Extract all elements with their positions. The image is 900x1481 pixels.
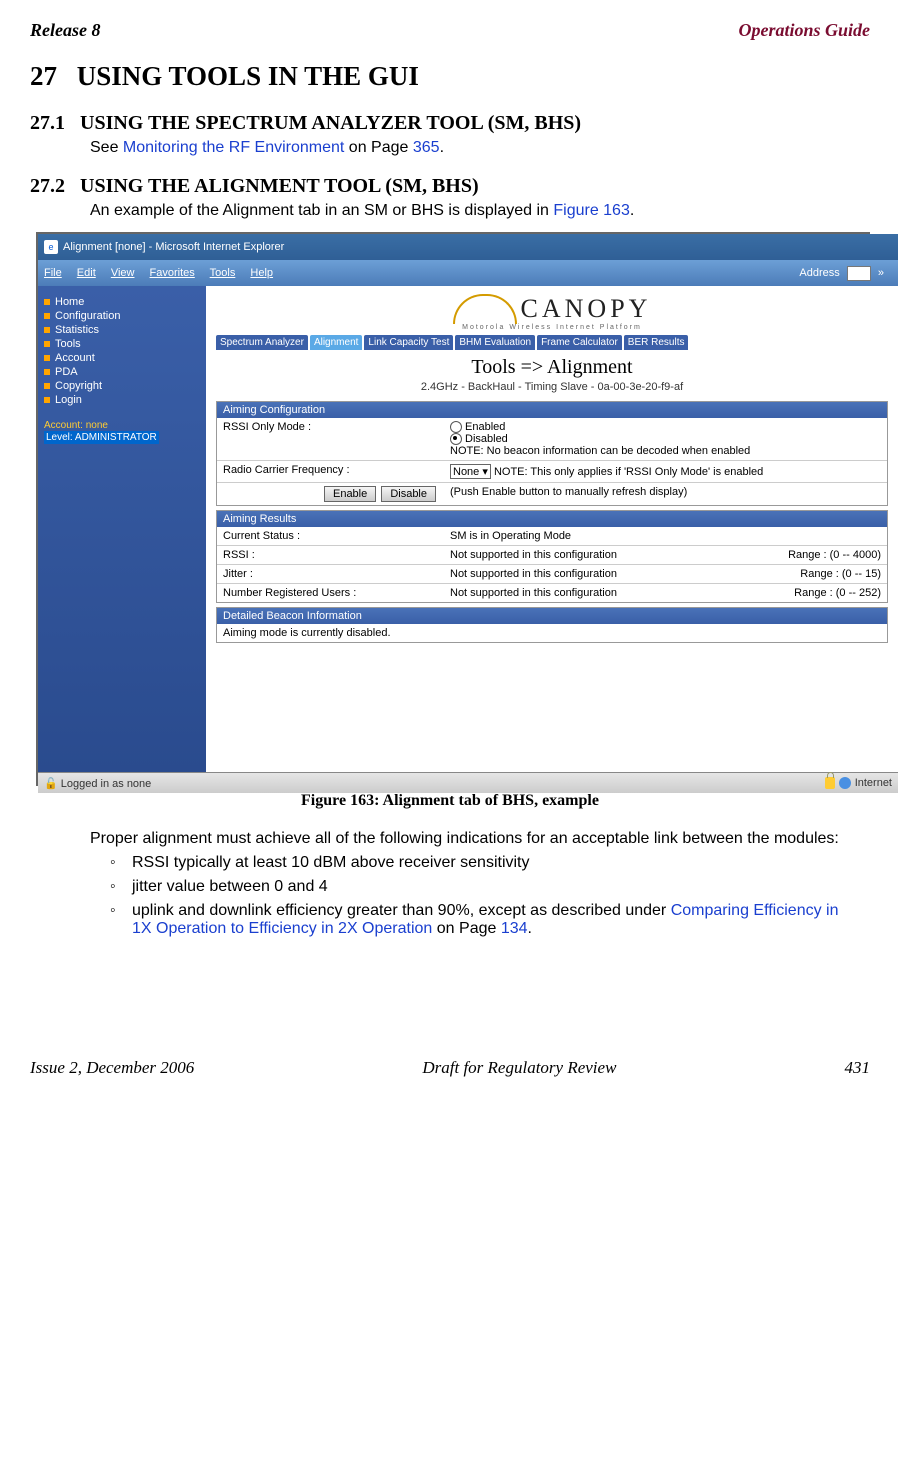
menu-view[interactable]: View	[111, 267, 135, 279]
bullet-rssi: ◦RSSI typically at least 10 dBM above re…	[110, 854, 870, 872]
sidebar-item-login[interactable]: Login	[44, 394, 200, 406]
lock-icon	[825, 777, 835, 789]
tab-link-capacity-test[interactable]: Link Capacity Test	[364, 335, 453, 350]
status-zone: Internet	[855, 777, 892, 789]
result-row-registered: Number Registered Users : Not supported …	[217, 583, 887, 602]
page-footer: Issue 2, December 2006 Draft for Regulat…	[30, 1058, 870, 1078]
menu-edit[interactable]: Edit	[77, 267, 96, 279]
chapter-number: 27	[30, 61, 70, 92]
footer-mid: Draft for Regulatory Review	[422, 1058, 616, 1078]
tab-alignment[interactable]: Alignment	[310, 335, 362, 350]
result-row-jitter: Jitter : Not supported in this configura…	[217, 564, 887, 583]
panel-header: Aiming Results	[217, 511, 887, 527]
page-header: Release 8 Operations Guide	[30, 20, 870, 41]
address-label: Address	[799, 267, 839, 279]
tab-frame-calculator[interactable]: Frame Calculator	[537, 335, 622, 350]
bullet-jitter: ◦jitter value between 0 and 4	[110, 878, 870, 896]
tab-bhm-evaluation[interactable]: BHM Evaluation	[455, 335, 535, 350]
tab-spectrum-analyzer[interactable]: Spectrum Analyzer	[216, 335, 308, 350]
panel-header: Detailed Beacon Information	[217, 608, 887, 624]
button-note: (Push Enable button to manually refresh …	[444, 483, 887, 505]
panel-beacon-info: Detailed Beacon Information Aiming mode …	[216, 607, 888, 643]
section-27-2-body: An example of the Alignment tab in an SM…	[90, 202, 870, 220]
globe-icon	[839, 777, 851, 789]
after-figure-text: Proper alignment must achieve all of the…	[90, 830, 870, 848]
tab-ber-results[interactable]: BER Results	[624, 335, 689, 350]
sidebar-item-statistics[interactable]: Statistics	[44, 324, 200, 336]
bullet-list: ◦RSSI typically at least 10 dBM above re…	[110, 854, 870, 938]
account-level: Level: ADMINISTRATOR	[44, 431, 159, 444]
carrier-freq-note: NOTE: This only applies if 'RSSI Only Mo…	[494, 466, 763, 478]
footer-right: 431	[844, 1058, 870, 1078]
chapter-title: USING TOOLS IN THE GUI	[77, 61, 419, 91]
carrier-freq-select[interactable]: None ▾	[450, 464, 491, 479]
chapter-heading: 27 USING TOOLS IN THE GUI	[30, 61, 870, 92]
window-titlebar: e Alignment [none] - Microsoft Internet …	[38, 234, 898, 260]
section-27-1-body: See Monitoring the RF Environment on Pag…	[90, 139, 870, 157]
footer-left: Issue 2, December 2006	[30, 1058, 194, 1078]
sidebar-item-home[interactable]: Home	[44, 296, 200, 308]
rssi-note: NOTE: No beacon information can be decod…	[450, 445, 881, 457]
menu-help[interactable]: Help	[250, 267, 273, 279]
browser-statusbar: 🔓 Logged in as none Internet	[38, 772, 898, 793]
link-page-365[interactable]: 365	[413, 139, 440, 156]
menu-tools[interactable]: Tools	[210, 267, 236, 279]
carrier-freq-label: Radio Carrier Frequency :	[217, 461, 444, 482]
figure-caption: Figure 163: Alignment tab of BHS, exampl…	[30, 792, 870, 810]
ie-icon: e	[44, 240, 58, 254]
header-left: Release 8	[30, 20, 100, 41]
device-info: 2.4GHz - BackHaul - Timing Slave - 0a-00…	[216, 381, 888, 393]
browser-window: e Alignment [none] - Microsoft Internet …	[38, 234, 898, 784]
panel-aiming-configuration: Aiming Configuration RSSI Only Mode : En…	[216, 401, 888, 506]
toolbar-chevrons[interactable]: »	[878, 267, 884, 279]
sidebar-item-copyright[interactable]: Copyright	[44, 380, 200, 392]
result-row-status: Current Status : SM is in Operating Mode	[217, 527, 887, 545]
address-input[interactable]	[847, 266, 871, 281]
section-number: 27.2	[30, 175, 75, 198]
section-27-2: 27.2 USING THE ALIGNMENT TOOL (SM, BHS)	[30, 175, 870, 198]
section-27-1: 27.1 USING THE SPECTRUM ANALYZER TOOL (S…	[30, 112, 870, 135]
section-number: 27.1	[30, 112, 75, 135]
tool-page-title: Tools => Alignment	[216, 356, 888, 379]
radio-disabled[interactable]	[450, 433, 462, 445]
menu-favorites[interactable]: Favorites	[150, 267, 195, 279]
panel-header: Aiming Configuration	[217, 402, 887, 418]
menu-file[interactable]: File	[44, 267, 62, 279]
result-row-rssi: RSSI : Not supported in this configurati…	[217, 545, 887, 564]
browser-menubar: File Edit View Favorites Tools Help Addr…	[38, 260, 898, 286]
main-content: CANOPY Motorola Wireless Internet Platfo…	[206, 286, 898, 772]
radio-enabled[interactable]	[450, 421, 462, 433]
section-title: USING THE ALIGNMENT TOOL (SM, BHS)	[80, 175, 479, 197]
status-logged-in: Logged in as none	[61, 778, 152, 790]
canopy-logo: CANOPY Motorola Wireless Internet Platfo…	[216, 294, 888, 331]
link-figure-163[interactable]: Figure 163	[553, 202, 630, 219]
nav-sidebar: Home Configuration Statistics Tools Acco…	[38, 286, 206, 772]
sidebar-item-account[interactable]: Account	[44, 352, 200, 364]
section-title: USING THE SPECTRUM ANALYZER TOOL (SM, BH…	[80, 112, 581, 134]
account-label: Account: none	[44, 420, 200, 431]
panel-aiming-results: Aiming Results Current Status : SM is in…	[216, 510, 888, 603]
enable-button[interactable]: Enable	[324, 486, 376, 502]
link-page-134[interactable]: 134	[501, 920, 528, 937]
sidebar-item-configuration[interactable]: Configuration	[44, 310, 200, 322]
figure-163-screenshot: e Alignment [none] - Microsoft Internet …	[36, 232, 870, 786]
bullet-efficiency: ◦ uplink and downlink efficiency greater…	[110, 902, 870, 938]
link-monitoring-rf[interactable]: Monitoring the RF Environment	[123, 139, 344, 156]
sidebar-item-tools[interactable]: Tools	[44, 338, 200, 350]
window-title: Alignment [none] - Microsoft Internet Ex…	[63, 241, 284, 253]
header-right: Operations Guide	[738, 20, 870, 41]
sidebar-item-pda[interactable]: PDA	[44, 366, 200, 378]
disable-button[interactable]: Disable	[381, 486, 436, 502]
tool-tabs: Spectrum Analyzer Alignment Link Capacit…	[216, 335, 888, 350]
rssi-mode-label: RSSI Only Mode :	[217, 418, 444, 460]
